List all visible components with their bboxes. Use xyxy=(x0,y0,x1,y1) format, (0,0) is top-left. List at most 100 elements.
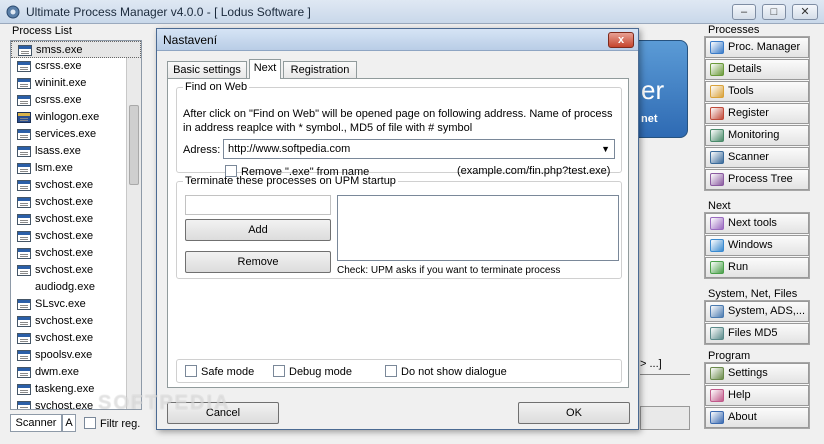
tab-next[interactable]: Next xyxy=(249,59,281,79)
nav-button-proc-manager[interactable]: Proc. Manager xyxy=(705,37,809,58)
debug-mode-checkbox[interactable]: Debug mode xyxy=(273,365,352,378)
process-name-input[interactable] xyxy=(185,195,331,215)
maximize-button[interactable]: □ xyxy=(762,4,786,20)
cancel-button[interactable]: Cancel xyxy=(167,402,279,424)
process-list-item[interactable]: csrss.exe xyxy=(11,58,141,75)
close-button[interactable]: ✕ xyxy=(792,4,818,20)
process-list-item[interactable]: svchost.exe xyxy=(11,245,141,262)
process-name: lsass.exe xyxy=(35,145,81,157)
nav-button-monitoring[interactable]: Monitoring xyxy=(705,125,809,146)
scanner-button[interactable]: Scanner xyxy=(10,414,62,432)
nav-button-scanner[interactable]: Scanner xyxy=(705,147,809,168)
tab-basic-settings[interactable]: Basic settings xyxy=(167,61,247,78)
a-button[interactable]: A xyxy=(62,414,76,432)
process-icon xyxy=(17,163,31,174)
adress-combobox[interactable]: http://www.softpedia.com ▼ xyxy=(223,139,615,159)
process-icon xyxy=(17,214,31,225)
no-dialogue-label: Do not show dialogue xyxy=(401,366,507,378)
nav-button-windows[interactable]: Windows xyxy=(705,235,809,256)
process-name: svchost.exe xyxy=(35,315,94,327)
details-icon xyxy=(710,63,724,76)
process-list-item[interactable]: svchost.exe xyxy=(11,330,141,347)
settings-icon xyxy=(710,367,724,380)
process-list-item[interactable]: services.exe xyxy=(11,126,141,143)
nav-button-about[interactable]: About xyxy=(705,407,809,428)
nav-button-help[interactable]: Help xyxy=(705,385,809,406)
process-name: csrss.exe xyxy=(35,60,82,72)
process-name: svchost.exe xyxy=(35,196,94,208)
minimize-button[interactable]: – xyxy=(732,4,756,20)
add-button[interactable]: Add xyxy=(185,219,331,241)
dialog-close-button[interactable]: x xyxy=(608,32,634,48)
process-list-item[interactable]: winlogon.exe xyxy=(11,109,141,126)
windows-icon xyxy=(710,239,724,252)
nav-button-run[interactable]: Run xyxy=(705,257,809,278)
process-list-item[interactable]: csrss.exe xyxy=(11,92,141,109)
nav-button-label: Proc. Manager xyxy=(728,41,801,53)
process-icon xyxy=(17,78,31,89)
process-icon xyxy=(17,146,31,157)
process-icon xyxy=(17,367,31,378)
find-on-web-group: Find on Web After click on "Find on Web"… xyxy=(176,81,622,178)
process-list-item[interactable]: svchost.exe xyxy=(11,194,141,211)
process-list-item[interactable]: svchost.exe xyxy=(11,398,141,410)
safe-mode-label: Safe mode xyxy=(201,366,255,378)
process-panel: Process List smss.exe csrss.exe wininit.ex… xyxy=(8,24,146,410)
tab-registration[interactable]: Registration xyxy=(283,61,357,78)
process-list-item[interactable]: spoolsv.exe xyxy=(11,347,141,364)
process-list-item[interactable]: svchost.exe xyxy=(11,313,141,330)
nav-button-register[interactable]: Register xyxy=(705,103,809,124)
find-on-web-legend: Find on Web xyxy=(185,81,248,93)
nav-button-label: Register xyxy=(728,107,769,119)
nav-button-label: Scanner xyxy=(728,151,769,163)
nav-button-next-tools[interactable]: Next tools xyxy=(705,213,809,234)
remove-button[interactable]: Remove xyxy=(185,251,331,273)
nav-button-files-md5[interactable]: Files MD5 xyxy=(705,323,809,344)
process-list-item[interactable]: lsm.exe xyxy=(11,160,141,177)
process-list-item[interactable]: svchost.exe xyxy=(11,228,141,245)
process-list-item[interactable]: svchost.exe xyxy=(11,177,141,194)
process-name: svchost.exe xyxy=(35,247,94,259)
process-list[interactable]: smss.exe csrss.exe wininit.exe csrss.exe win… xyxy=(10,40,142,410)
maximize-icon: □ xyxy=(770,6,778,18)
process-icon xyxy=(17,95,31,106)
background-box xyxy=(640,406,690,430)
proc-manager-icon xyxy=(710,41,724,54)
process-name: services.exe xyxy=(35,128,97,140)
terminate-process-list[interactable] xyxy=(337,195,619,261)
process-list-item[interactable]: taskeng.exe xyxy=(11,381,141,398)
filter-reg-checkbox[interactable]: Filtr reg. xyxy=(84,417,140,430)
nav-button-label: Settings xyxy=(728,367,768,379)
process-name: svchost.exe xyxy=(35,213,94,225)
process-list-item[interactable]: SLsvc.exe xyxy=(11,296,141,313)
process-icon xyxy=(17,316,31,327)
nav-group-label: Next xyxy=(708,200,731,212)
close-icon: ✕ xyxy=(800,6,810,18)
help-icon xyxy=(710,389,724,402)
nav-button-process-tree[interactable]: Process Tree xyxy=(705,169,809,190)
process-icon xyxy=(17,61,31,72)
nav-button-details[interactable]: Details xyxy=(705,59,809,80)
background-logo-subtext: net xyxy=(641,113,658,125)
nav-button-tools[interactable]: Tools xyxy=(705,81,809,102)
process-list-item[interactable]: audiodg.exe xyxy=(11,279,141,296)
process-list-item[interactable]: svchost.exe xyxy=(11,262,141,279)
safe-mode-checkbox[interactable]: Safe mode xyxy=(185,365,254,378)
process-list-item[interactable]: smss.exe xyxy=(11,41,141,58)
process-list-item[interactable]: dwm.exe xyxy=(11,364,141,381)
process-name: smss.exe xyxy=(36,44,83,56)
nav-button-settings[interactable]: Settings xyxy=(705,363,809,384)
process-icon xyxy=(17,129,31,140)
process-list-item[interactable]: svchost.exe xyxy=(11,211,141,228)
process-icon xyxy=(17,401,31,409)
process-name: svchost.exe xyxy=(35,400,94,410)
no-dialogue-checkbox[interactable]: Do not show dialogue xyxy=(385,365,507,378)
dropdown-arrow-icon[interactable]: ▼ xyxy=(601,140,610,158)
nav-button-label: Monitoring xyxy=(728,129,780,141)
ok-button[interactable]: OK xyxy=(518,402,630,424)
nav-button-label: Details xyxy=(728,63,762,75)
terminate-note: Check: UPM asks if you want to terminate… xyxy=(337,265,561,276)
process-list-item[interactable]: wininit.exe xyxy=(11,75,141,92)
nav-button-system[interactable]: System, ADS,... xyxy=(705,301,809,322)
process-list-item[interactable]: lsass.exe xyxy=(11,143,141,160)
